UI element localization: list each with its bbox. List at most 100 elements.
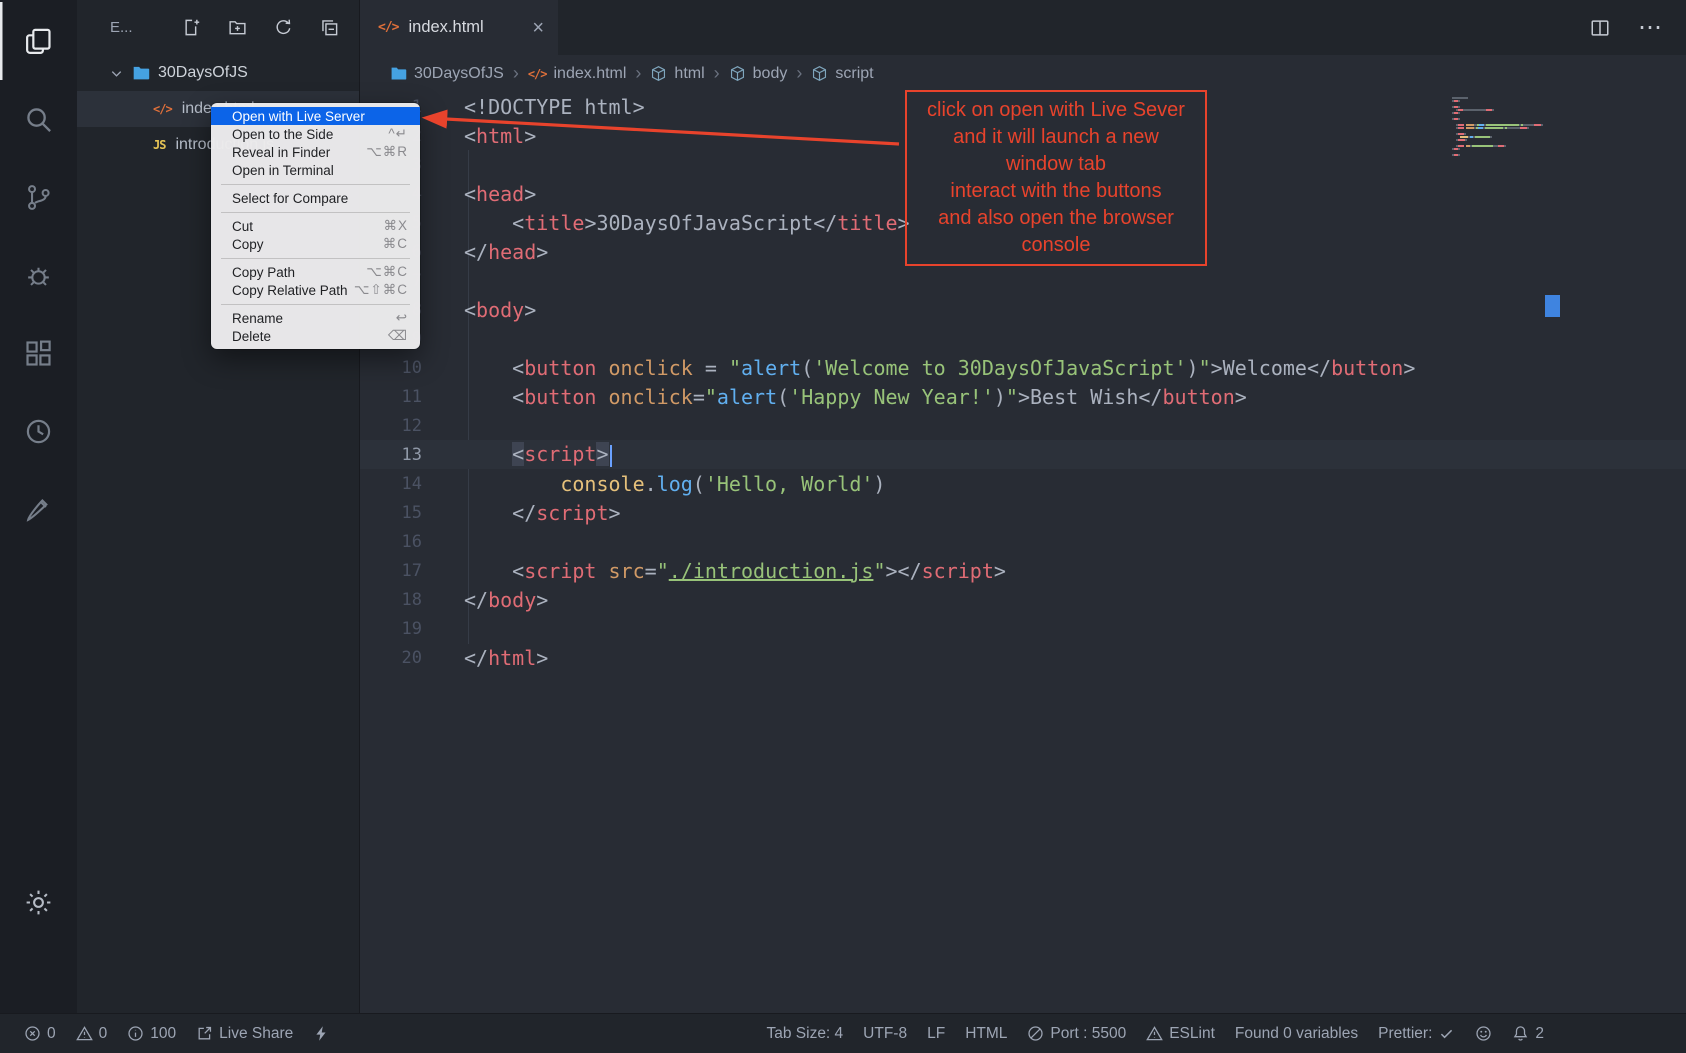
line-number: 15 xyxy=(360,503,422,523)
new-folder-button[interactable] xyxy=(228,18,247,37)
menu-item-open-in-terminal[interactable]: Open in Terminal xyxy=(211,161,420,179)
minimap-line xyxy=(1452,136,1544,138)
menu-item-copy-path[interactable]: Copy Path⌥⌘C xyxy=(211,263,420,281)
more-actions-icon[interactable]: ⋯ xyxy=(1638,16,1662,40)
status-text: Found 0 variables xyxy=(1235,1025,1358,1043)
status-port-5500[interactable]: Port : 5500 xyxy=(1017,1025,1136,1043)
history-button[interactable] xyxy=(0,392,77,470)
tab-index-html[interactable]: </> index.html × xyxy=(360,0,558,55)
code-line-9[interactable]: 9 xyxy=(360,324,1686,353)
status-text: UTF-8 xyxy=(863,1025,907,1043)
breadcrumb-script[interactable]: script xyxy=(811,65,873,83)
collapse-all-icon xyxy=(320,18,339,37)
code-line-14[interactable]: 14 console.log('Hello, World') xyxy=(360,469,1686,498)
overview-ruler-marker xyxy=(1545,295,1560,317)
line-content: <body> xyxy=(422,298,536,322)
status-eslint[interactable]: ESLint xyxy=(1136,1025,1225,1043)
breadcrumb-30daysofjs[interactable]: 30DaysOfJS xyxy=(390,65,504,83)
line-number: 11 xyxy=(360,387,422,407)
status-text: Port : 5500 xyxy=(1050,1025,1126,1043)
chevron-down-icon xyxy=(109,66,124,81)
code-line-10[interactable]: 10 <button onclick = "alert('Welcome to … xyxy=(360,353,1686,382)
code-line-20[interactable]: 20</html> xyxy=(360,643,1686,672)
breadcrumb-index-html[interactable]: </>index.html xyxy=(528,65,627,83)
minimap-line xyxy=(1452,97,1544,99)
menu-item-label: Copy Path xyxy=(232,265,295,280)
pen-button[interactable] xyxy=(0,470,77,548)
status-0[interactable]: 0 xyxy=(14,1025,66,1043)
status-0[interactable]: 0 xyxy=(66,1025,118,1043)
minimap-line xyxy=(1452,151,1544,153)
search-icon xyxy=(23,104,54,135)
menu-item-open-to-the-side[interactable]: Open to the Side^↵ xyxy=(211,125,420,143)
status-prettier[interactable]: Prettier: xyxy=(1368,1025,1465,1043)
menu-item-copy-relative-path[interactable]: Copy Relative Path⌥⇧⌘C xyxy=(211,281,420,299)
menu-item-delete[interactable]: Delete⌫ xyxy=(211,327,420,345)
close-icon[interactable]: × xyxy=(532,18,544,38)
menu-item-label: Copy Relative Path xyxy=(232,283,348,298)
activity-bar xyxy=(0,0,77,1013)
explorer-button[interactable] xyxy=(0,2,77,80)
minimap-line xyxy=(1452,154,1544,156)
code-line-7[interactable]: 7 xyxy=(360,266,1686,295)
status-text: 2 xyxy=(1535,1025,1544,1043)
minimap-line xyxy=(1452,145,1544,147)
breadcrumb-html[interactable]: html xyxy=(650,65,704,83)
breadcrumb-body[interactable]: body xyxy=(729,65,788,83)
run-debug-button[interactable] xyxy=(0,236,77,314)
code-line-11[interactable]: 11 <button onclick="alert('Happy New Yea… xyxy=(360,382,1686,411)
status-smiley[interactable] xyxy=(1465,1025,1502,1042)
menu-item-copy[interactable]: Copy⌘C xyxy=(211,235,420,253)
status-2[interactable]: 2 xyxy=(1502,1025,1554,1043)
line-content: </html> xyxy=(422,646,548,670)
status-html[interactable]: HTML xyxy=(955,1025,1017,1043)
split-editor-button[interactable] xyxy=(1590,18,1610,38)
source-control-button[interactable] xyxy=(0,158,77,236)
explorer-actions xyxy=(182,18,339,37)
code-line-13[interactable]: 13 <script> xyxy=(360,440,1686,469)
status-lf[interactable]: LF xyxy=(917,1025,955,1043)
status-live-share[interactable]: Live Share xyxy=(186,1025,303,1043)
minimap-line xyxy=(1452,121,1544,123)
menu-item-rename[interactable]: Rename↩ xyxy=(211,309,420,327)
code-line-17[interactable]: 17 <script src="./introduction.js"></scr… xyxy=(360,556,1686,585)
menu-item-label: Copy xyxy=(232,237,264,252)
code-line-15[interactable]: 15 </script> xyxy=(360,498,1686,527)
status-100[interactable]: 100 xyxy=(117,1025,186,1043)
folder-row-30daysofjs[interactable]: 30DaysOfJS xyxy=(77,55,359,91)
status-utf-8[interactable]: UTF-8 xyxy=(853,1025,917,1043)
editor-title-actions: ⋯ xyxy=(1590,0,1686,55)
refresh-button[interactable] xyxy=(274,18,293,37)
code-line-18[interactable]: 18</body> xyxy=(360,585,1686,614)
status-found-0-variables[interactable]: Found 0 variables xyxy=(1225,1025,1368,1043)
warning-icon xyxy=(76,1025,93,1042)
extensions-button[interactable] xyxy=(0,314,77,392)
code-line-19[interactable]: 19 xyxy=(360,614,1686,643)
status-tab-size-4[interactable]: Tab Size: 4 xyxy=(756,1025,853,1043)
line-content: <button onclick = "alert('Welcome to 30D… xyxy=(422,356,1415,380)
settings-button[interactable] xyxy=(0,863,77,941)
menu-item-open-with-live-server[interactable]: Open with Live Server xyxy=(211,107,420,125)
menu-item-select-for-compare[interactable]: Select for Compare xyxy=(211,189,420,207)
live-share-icon xyxy=(196,1025,213,1042)
code-line-16[interactable]: 16 xyxy=(360,527,1686,556)
menu-item-cut[interactable]: Cut⌘X xyxy=(211,217,420,235)
tab-label: index.html xyxy=(408,18,483,37)
menu-item-reveal-in-finder[interactable]: Reveal in Finder⌥⌘R xyxy=(211,143,420,161)
menu-item-label: Delete xyxy=(232,329,271,344)
symbol-icon xyxy=(811,65,828,82)
collapse-all-button[interactable] xyxy=(320,18,339,37)
symbol-icon xyxy=(729,65,746,82)
code-line-8[interactable]: 8<body> xyxy=(360,295,1686,324)
status-bolt[interactable] xyxy=(303,1025,340,1042)
minimap-line xyxy=(1452,115,1544,117)
context-menu: Open with Live ServerOpen to the Side^↵R… xyxy=(211,103,420,349)
search-button[interactable] xyxy=(0,80,77,158)
breadcrumb-label: body xyxy=(753,65,788,83)
line-content: <script> xyxy=(422,442,612,467)
minimap[interactable] xyxy=(1452,97,1544,156)
code-line-12[interactable]: 12 xyxy=(360,411,1686,440)
html-file-icon: </> xyxy=(153,102,172,116)
new-file-button[interactable] xyxy=(182,18,201,37)
smiley-icon xyxy=(1475,1025,1492,1042)
